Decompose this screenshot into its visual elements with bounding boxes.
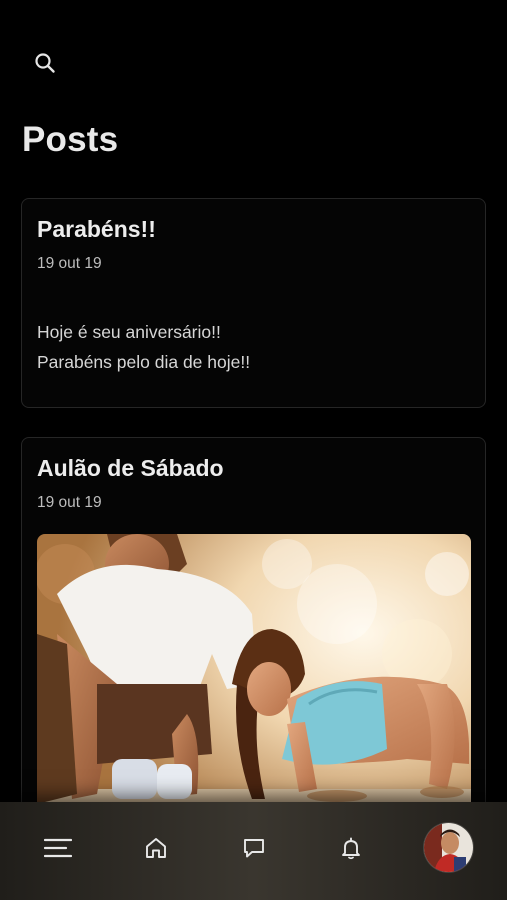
- post-date: 19 out 19: [37, 494, 102, 511]
- search-icon: [35, 53, 55, 73]
- home-icon: [146, 838, 166, 858]
- post-card[interactable]: Aulão de Sábado 19 out 19: [21, 437, 486, 857]
- bell-icon: [342, 837, 360, 860]
- post-title: Parabéns!!: [37, 216, 156, 242]
- chat-icon: [244, 839, 264, 858]
- post-date: 19 out 19: [37, 255, 102, 272]
- menu-icon: [44, 838, 72, 858]
- post-card[interactable]: Parabéns!! 19 out 19 Hoje é seu aniversá…: [21, 198, 486, 408]
- post-body-line: Parabéns pelo dia de hoje!!: [37, 352, 251, 372]
- post-body-line: Hoje é seu aniversário!!: [37, 322, 221, 342]
- nav-chat-button[interactable]: [236, 830, 272, 866]
- nav-home-button[interactable]: [138, 830, 174, 866]
- nav-menu-button[interactable]: [40, 830, 76, 866]
- avatar[interactable]: [424, 823, 473, 872]
- bottom-nav: [0, 802, 507, 900]
- post-title: Aulão de Sábado: [37, 455, 224, 481]
- search-button[interactable]: [30, 48, 60, 78]
- page-title: Posts: [22, 120, 119, 159]
- posts-screen: Posts Parabéns!! 19 out 19 Hoje é seu an…: [0, 0, 507, 900]
- nav-notifications-button[interactable]: [333, 830, 369, 866]
- avatar-photo: [424, 823, 473, 872]
- post-body: Hoje é seu aniversário!! Parabéns pelo d…: [37, 317, 250, 377]
